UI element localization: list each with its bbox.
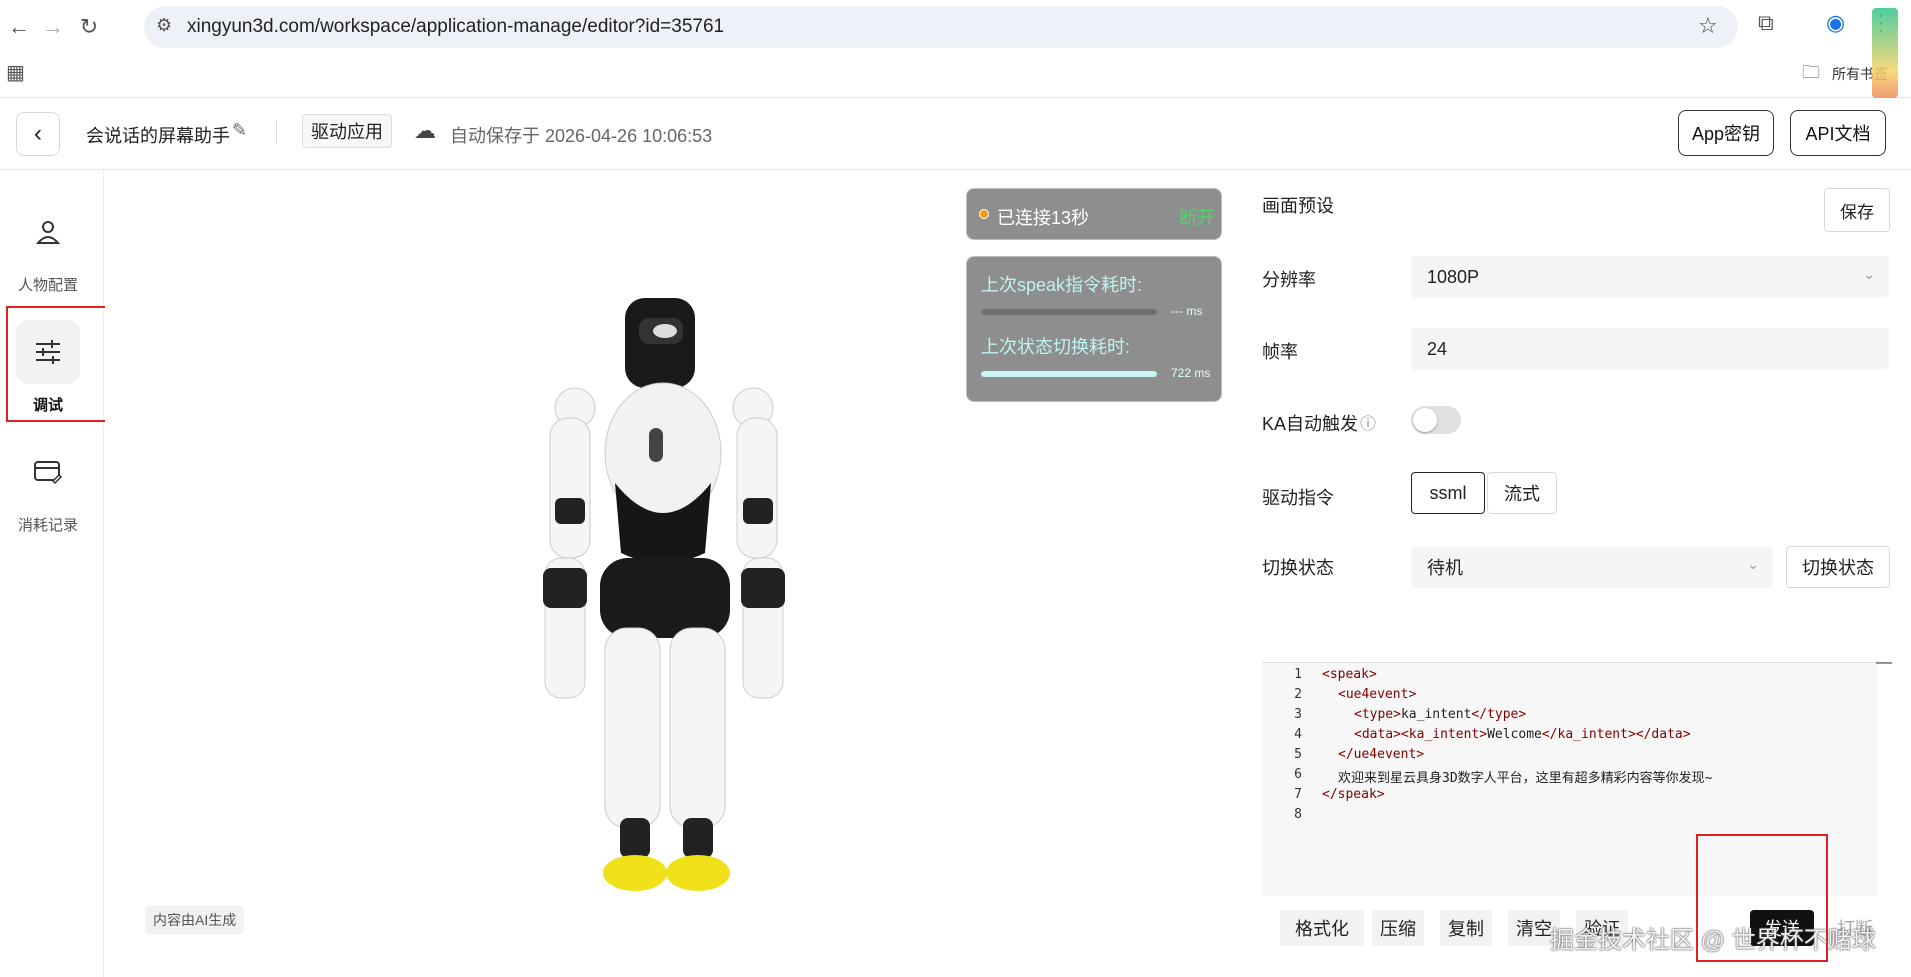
ai-generated-badge: 内容由AI生成 (145, 906, 245, 934)
sidebar: 人物配置 调试 消耗记录 (0, 170, 104, 977)
folder-icon[interactable]: 🗀 (1802, 60, 1820, 90)
site-settings-icon[interactable]: ⚙ (156, 15, 172, 36)
code-text: </ue4event> (1338, 747, 1425, 762)
copy-button[interactable]: 复制 (1440, 910, 1492, 946)
line-number: 7 (1294, 787, 1302, 802)
line-number: 3 (1294, 707, 1302, 722)
ka-auto-trigger-toggle[interactable] (1411, 406, 1461, 434)
line-number: 8 (1294, 807, 1302, 822)
code-text: 欢迎来到星云具身3D数字人平台，这里有超多精彩内容等你发现~ (1338, 771, 1713, 786)
star-icon[interactable]: ☆ (1698, 13, 1718, 39)
back-button[interactable]: ‹ (16, 112, 60, 156)
connection-status-card: 已连接13秒 断开 (966, 188, 1222, 240)
api-docs-button[interactable]: API文档 (1790, 110, 1886, 156)
switch-latency-bar (981, 371, 1157, 377)
code-line[interactable]: 6 欢迎来到星云具身3D数字人平台，这里有超多精彩内容等你发现~ (1262, 767, 1878, 787)
app-header: ‹ 会说话的屏幕助手 ✎ 驱动应用 ☁ 自动保存于 2026-04-26 10:… (0, 98, 1911, 170)
reload-icon[interactable]: ↻ (72, 10, 106, 44)
code-line[interactable]: 2 <ue4event> (1262, 687, 1878, 707)
line-number: 5 (1294, 747, 1302, 762)
forward-arrow-icon[interactable]: → (36, 10, 70, 44)
app-name: 会说话的屏幕助手 (86, 126, 230, 146)
switch-latency-value: 722 ms (1171, 366, 1211, 380)
state-value: 待机 (1427, 558, 1463, 578)
url-text[interactable]: xingyun3d.com/workspace/application-mana… (187, 16, 724, 38)
resolution-select[interactable]: 1080P ⌄ (1411, 256, 1889, 298)
status-dot-icon (979, 209, 989, 219)
back-arrow-icon[interactable]: ← (2, 10, 36, 44)
code-text: <ue4event> (1338, 687, 1417, 702)
watermark: 掘金技术社区 @ 世界杯不赌球 (1550, 927, 1876, 954)
code-line[interactable]: 4 <data><ka_intent>Welcome</ka_intent></d… (1262, 727, 1878, 747)
autosave-text: 自动保存于 2026-04-26 10:06:53 (450, 126, 713, 146)
cloud-icon: ☁ (414, 118, 436, 143)
framerate-label: 帧率 (1262, 342, 1298, 362)
framerate-value: 24 (1427, 338, 1448, 359)
code-text: <data><ka_intent>Welcome</ka_intent></da… (1354, 727, 1691, 742)
profile-icon[interactable]: ◉ (1826, 10, 1845, 36)
connection-status-text: 已连接13秒 (997, 208, 1090, 228)
speak-latency-bar (981, 309, 1157, 315)
framerate-input[interactable]: 24 (1411, 328, 1889, 370)
drive-option-ssml[interactable]: ssml (1411, 472, 1485, 514)
sidebar-item-label: 人物配置 (17, 277, 78, 294)
metrics-card: 上次speak指令耗时: --- ms 上次状态切换耗时: 722 ms (966, 256, 1222, 402)
edit-pencil-icon[interactable]: ✎ (232, 120, 247, 141)
section-title: 画面预设 (1262, 196, 1334, 216)
card-icon (16, 440, 80, 504)
state-select[interactable]: 待机 ⌄ (1411, 546, 1773, 588)
code-text: </speak> (1322, 787, 1385, 802)
code-text: <speak> (1322, 667, 1377, 682)
line-number: 4 (1294, 727, 1302, 742)
switch-latency-label: 上次状态切换耗时: (981, 337, 1131, 357)
code-line[interactable]: 8 (1262, 807, 1878, 827)
collapse-icon[interactable]: — (1876, 654, 1892, 672)
sidebar-item-label: 消耗记录 (17, 517, 78, 534)
speak-latency-label: 上次speak指令耗时: (981, 275, 1143, 295)
divider (276, 120, 277, 144)
compress-button[interactable]: 压缩 (1372, 910, 1424, 946)
disconnect-button[interactable]: 断开 (1179, 204, 1215, 230)
line-number: 6 (1294, 767, 1302, 782)
drive-command-label: 驱动指令 (1262, 488, 1334, 508)
code-line[interactable]: 3 <type>ka_intent</type> (1262, 707, 1878, 727)
browser-chrome: ← → ↻ ⚙ xingyun3d.com/workspace/applicat… (0, 0, 1911, 98)
sidebar-item-usage[interactable]: 消耗记录 (0, 440, 96, 552)
preview-area: 内容由AI生成 已连接13秒 断开 上次speak指令耗时: --- ms 上次… (105, 170, 1235, 977)
toggle-knob (1413, 408, 1437, 432)
robot-avatar (543, 298, 785, 891)
resolution-label: 分辨率 (1262, 270, 1316, 290)
address-bar[interactable]: ⚙ xingyun3d.com/workspace/application-ma… (144, 6, 1738, 48)
drive-option-stream[interactable]: 流式 (1487, 472, 1557, 514)
apps-grid-icon[interactable]: ▦ (6, 60, 25, 85)
line-number: 2 (1294, 687, 1302, 702)
info-icon[interactable]: ⓘ (1360, 410, 1376, 434)
speak-latency-value: --- ms (1171, 304, 1203, 318)
save-button[interactable]: 保存 (1824, 188, 1890, 232)
ka-auto-trigger-label: KA自动触发 (1262, 414, 1359, 434)
code-line[interactable]: 7 </speak> (1262, 787, 1878, 807)
format-button[interactable]: 格式化 (1280, 910, 1364, 946)
extensions-icon[interactable]: ⧉ (1758, 10, 1774, 36)
resolution-value: 1080P (1427, 266, 1480, 287)
switch-state-button[interactable]: 切换状态 (1786, 546, 1890, 588)
chevron-down-icon: ⌄ (1747, 556, 1759, 572)
chevron-left-icon: ‹ (34, 120, 42, 147)
line-number: 1 (1294, 667, 1302, 682)
bookmark-bar: ▦ 🗀 所有书签 (0, 54, 1911, 94)
extension-badge-icon[interactable] (1872, 8, 1898, 98)
code-line[interactable]: 1 <speak> (1262, 667, 1878, 687)
chevron-down-icon: ⌄ (1863, 266, 1875, 282)
app-type-tag: 驱动应用 (302, 114, 392, 148)
switch-state-label: 切换状态 (1262, 558, 1334, 578)
person-icon (16, 200, 80, 264)
code-text: <type>ka_intent</type> (1354, 707, 1527, 722)
app-key-button[interactable]: App密钥 (1678, 110, 1774, 156)
sidebar-item-character[interactable]: 人物配置 (0, 200, 96, 312)
code-line[interactable]: 5 </ue4event> (1262, 747, 1878, 767)
